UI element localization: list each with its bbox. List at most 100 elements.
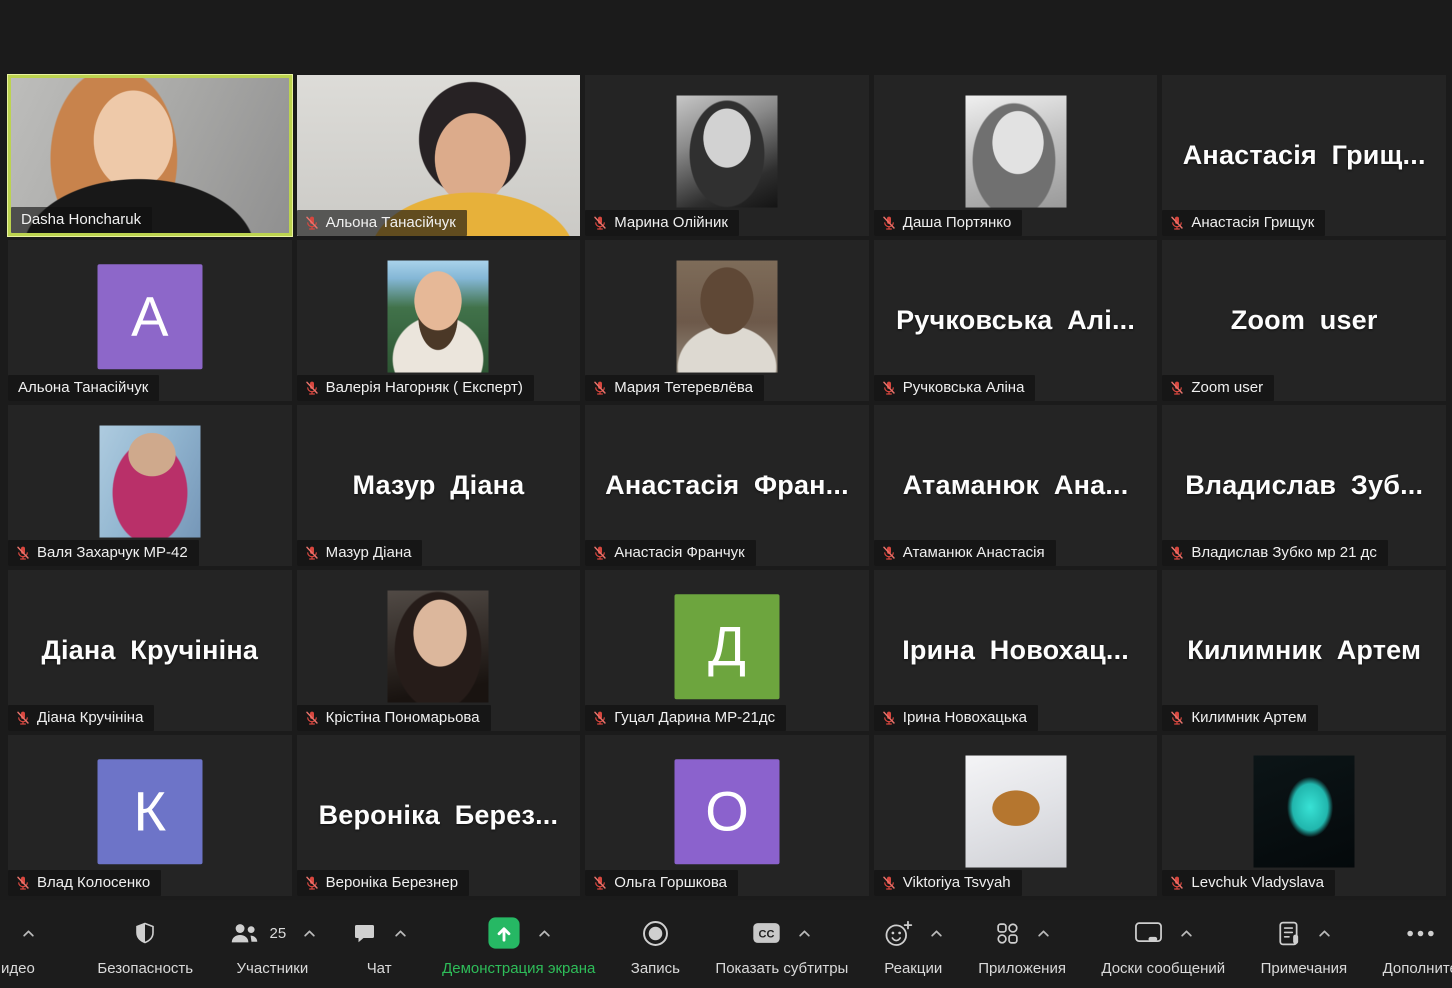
participant-name-label: Діана Кручініна: [37, 709, 143, 726]
muted-mic-icon: [592, 545, 608, 561]
muted-mic-icon: [592, 380, 608, 396]
toolbar-security-button[interactable]: Безопасность: [97, 915, 193, 988]
participant-nameplate: Ірина Новохацька: [874, 705, 1038, 731]
muted-mic-icon: [592, 875, 608, 891]
participant-name-label: Мария Тетеревлёва: [614, 379, 753, 396]
participant-tile[interactable]: ООльга Горшкова: [585, 735, 869, 896]
participant-nameplate: Альона Танасійчук: [297, 210, 467, 236]
muted-mic-icon: [304, 380, 320, 396]
more-icon: [1406, 916, 1435, 951]
participant-tile[interactable]: Ірина Новохац...Ірина Новохацька: [874, 570, 1158, 731]
muted-mic-icon: [1169, 215, 1185, 231]
toolbar-captions-button[interactable]: CCПоказать субтитры: [715, 915, 848, 988]
participant-tile[interactable]: Ручковська Алі...Ручковська Аліна: [874, 240, 1158, 401]
share-screen-chevron-icon[interactable]: [538, 929, 551, 938]
participant-tile[interactable]: Анастасія Грищ...Анастасія Грищук: [1162, 75, 1446, 236]
avatar: К: [97, 759, 202, 864]
toolbar-security-label: Безопасность: [97, 960, 193, 977]
participant-tile[interactable]: Даша Портянко: [874, 75, 1158, 236]
participant-name-label: Валерія Нагорняк ( Експерт): [326, 379, 523, 396]
toolbar-notes-button[interactable]: Примечания: [1261, 915, 1348, 988]
toolbar-more-button[interactable]: Дополните: [1383, 915, 1452, 988]
participant-tile[interactable]: Zoom userZoom user: [1162, 240, 1446, 401]
muted-mic-icon: [304, 215, 320, 231]
participant-tile[interactable]: Діана КручінінаДіана Кручініна: [8, 570, 292, 731]
participant-name-label: Ручковська Аліна: [903, 379, 1025, 396]
participant-nameplate: Анастасія Грищук: [1162, 210, 1325, 236]
toolbar-video-label: идео: [0, 960, 35, 977]
toolbar-whiteboards-button[interactable]: Доски сообщений: [1101, 915, 1225, 988]
participant-tile[interactable]: Крістіна Пономарьова: [297, 570, 581, 731]
participant-name-label: Viktoriya Tsvyah: [903, 874, 1011, 891]
participant-tile[interactable]: Альона Танасійчук: [297, 75, 581, 236]
notes-chevron-icon[interactable]: [1318, 929, 1331, 938]
participant-tile[interactable]: Dasha Honcharuk: [8, 75, 292, 236]
participant-tile[interactable]: Атаманюк Ана...Атаманюк Анастасія: [874, 405, 1158, 566]
participant-name-label: Атаманюк Анастасія: [903, 544, 1045, 561]
participant-nameplate: Мария Тетеревлёва: [585, 375, 764, 401]
avatar: [965, 755, 1066, 867]
participant-tile[interactable]: ДГуцал Дарина МР-21дс: [585, 570, 869, 731]
whiteboards-chevron-icon[interactable]: [1180, 929, 1193, 938]
avatar: [676, 95, 777, 207]
toolbar-participants-label: Участники: [237, 960, 309, 977]
chat-chevron-icon[interactable]: [394, 929, 407, 938]
participant-name-label: Гуцал Дарина МР-21дс: [614, 709, 775, 726]
chat-icon: [352, 921, 377, 945]
toolbar-record-label: Запись: [631, 960, 680, 977]
participant-tile[interactable]: Валя Захарчук МР-42: [8, 405, 292, 566]
share-screen-icon: [487, 916, 521, 950]
security-icon: [133, 920, 157, 946]
participant-nameplate: Мазур Діана: [297, 540, 423, 566]
participant-tile[interactable]: Марина Олійник: [585, 75, 869, 236]
toolbar-more-label: Дополните: [1383, 960, 1452, 977]
participant-name-label: Марина Олійник: [614, 214, 728, 231]
participant-tile[interactable]: Viktoriya Tsvyah: [874, 735, 1158, 896]
participant-name-label: Килимник Артем: [1191, 709, 1306, 726]
participant-nameplate: Даша Портянко: [874, 210, 1023, 236]
participant-name-label: Валя Захарчук МР-42: [37, 544, 188, 561]
participant-tile[interactable]: К Влад Колосенко: [8, 735, 292, 896]
participant-nameplate: Анастасія Франчук: [585, 540, 756, 566]
participant-tile[interactable]: AАльона Танасійчук: [8, 240, 292, 401]
apps-chevron-icon[interactable]: [1037, 929, 1050, 938]
video-chevron-icon[interactable]: [22, 929, 35, 938]
participant-name-label: Zoom user: [1191, 379, 1263, 396]
participant-tile[interactable]: Владислав Зуб...Владислав Зубко мр 21 дс: [1162, 405, 1446, 566]
participants-chevron-icon[interactable]: [303, 929, 316, 938]
toolbar-video-button[interactable]: идео: [0, 915, 62, 988]
participant-name-label: Крістіна Пономарьова: [326, 709, 480, 726]
muted-mic-icon: [15, 875, 31, 891]
apps-icon: [995, 921, 1020, 946]
toolbar-participants-button[interactable]: 25Участники: [229, 915, 317, 988]
participant-nameplate: Атаманюк Анастасія: [874, 540, 1056, 566]
toolbar-share-screen-button[interactable]: Демонстрация экрана: [442, 915, 595, 988]
participant-tile[interactable]: Levchuk Vladyslava: [1162, 735, 1446, 896]
toolbar-reactions-button[interactable]: Реакции: [884, 915, 943, 988]
svg-text:CC: CC: [759, 929, 775, 941]
participant-nameplate: Влад Колосенко: [8, 870, 161, 896]
avatar: [1254, 755, 1355, 867]
toolbar-record-button[interactable]: Запись: [631, 915, 680, 988]
participant-tile[interactable]: Вероніка Берез...Вероніка Березнер: [297, 735, 581, 896]
participant-nameplate: Марина Олійник: [585, 210, 739, 236]
avatar: A: [97, 264, 202, 369]
participant-tile[interactable]: Килимник АртемКилимник Артем: [1162, 570, 1446, 731]
toolbar-chat-button[interactable]: Чат: [352, 915, 407, 988]
reactions-chevron-icon[interactable]: [930, 929, 943, 938]
participant-tile[interactable]: Валерія Нагорняк ( Експерт): [297, 240, 581, 401]
avatar: О: [674, 759, 779, 864]
toolbar-apps-label: Приложения: [978, 960, 1066, 977]
muted-mic-icon: [881, 545, 897, 561]
participant-grid: Dasha HoncharukАльона Танасійчук Марина О…: [8, 71, 1446, 900]
participant-tile[interactable]: Анастасія Фран...Анастасія Франчук: [585, 405, 869, 566]
captions-chevron-icon[interactable]: [798, 929, 811, 938]
meeting-toolbar: идео Безопасность 25Участники Чат Демонстрац…: [0, 900, 1452, 988]
participant-nameplate: Viktoriya Tsvyah: [874, 870, 1022, 896]
participant-tile[interactable]: Мазур ДіанаМазур Діана: [297, 405, 581, 566]
toolbar-apps-button[interactable]: Приложения: [978, 915, 1066, 988]
record-icon: [641, 919, 670, 948]
avatar: [99, 425, 200, 537]
participant-nameplate: Килимник Артем: [1162, 705, 1317, 731]
participant-tile[interactable]: Мария Тетеревлёва: [585, 240, 869, 401]
